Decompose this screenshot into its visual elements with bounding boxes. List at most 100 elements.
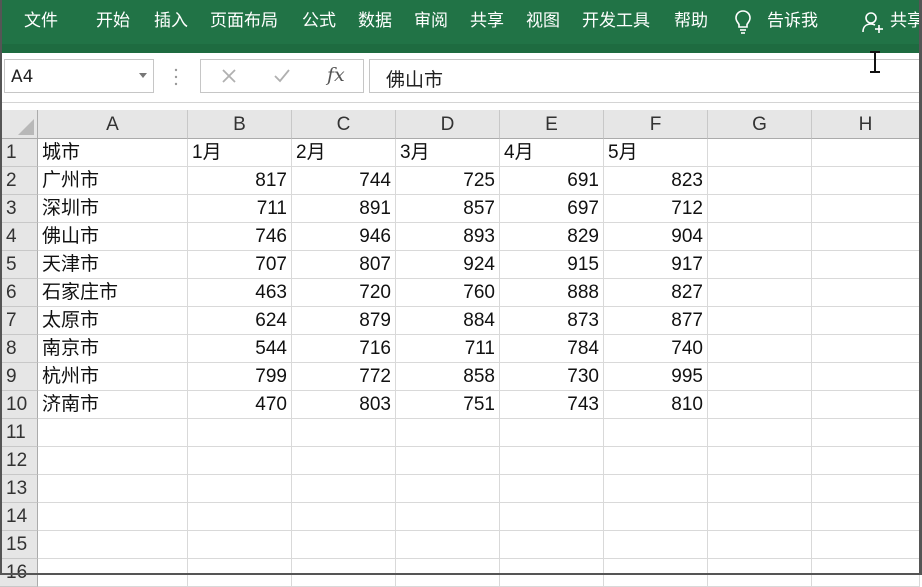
cell-c7[interactable]: 879 <box>292 307 396 335</box>
cell-f6[interactable]: 827 <box>604 279 708 307</box>
cell-g3[interactable] <box>708 195 812 223</box>
cell-a8[interactable]: 南京市 <box>38 335 188 363</box>
cell-a6[interactable]: 石家庄市 <box>38 279 188 307</box>
cell-g4[interactable] <box>708 223 812 251</box>
cell-g8[interactable] <box>708 335 812 363</box>
tab-help[interactable]: 帮助 <box>674 10 708 32</box>
cell-f11[interactable] <box>604 419 708 447</box>
column-header-d[interactable]: D <box>396 110 500 139</box>
cell-b9[interactable]: 799 <box>188 363 292 391</box>
drag-handle-icon[interactable] <box>174 67 178 87</box>
cell-e9[interactable]: 730 <box>500 363 604 391</box>
tab-file[interactable]: 文件 <box>24 10 58 32</box>
row-header-5[interactable]: 5 <box>0 251 38 279</box>
cell-d8[interactable]: 711 <box>396 335 500 363</box>
cell-f15[interactable] <box>604 531 708 559</box>
cell-h13[interactable] <box>812 475 920 503</box>
row-header-13[interactable]: 13 <box>0 475 38 503</box>
cell-c11[interactable] <box>292 419 396 447</box>
cell-b6[interactable]: 463 <box>188 279 292 307</box>
formula-input[interactable]: 佛山市 <box>369 59 922 93</box>
cell-f14[interactable] <box>604 503 708 531</box>
cell-h9[interactable] <box>812 363 920 391</box>
cell-b10[interactable]: 470 <box>188 391 292 419</box>
cell-c12[interactable] <box>292 447 396 475</box>
cell-h14[interactable] <box>812 503 920 531</box>
cell-g15[interactable] <box>708 531 812 559</box>
cell-a2[interactable]: 广州市 <box>38 167 188 195</box>
cell-g9[interactable] <box>708 363 812 391</box>
row-header-2[interactable]: 2 <box>0 167 38 195</box>
insert-function-button[interactable]: fx <box>327 64 345 86</box>
tab-formulas[interactable]: 公式 <box>302 10 336 32</box>
cell-a9[interactable]: 杭州市 <box>38 363 188 391</box>
cell-d12[interactable] <box>396 447 500 475</box>
cell-f4[interactable]: 904 <box>604 223 708 251</box>
tab-insert[interactable]: 插入 <box>154 10 188 32</box>
column-header-a[interactable]: A <box>38 110 188 139</box>
cell-e5[interactable]: 915 <box>500 251 604 279</box>
enter-check-icon[interactable] <box>273 68 291 84</box>
cell-e12[interactable] <box>500 447 604 475</box>
cell-a15[interactable] <box>38 531 188 559</box>
row-header-4[interactable]: 4 <box>0 223 38 251</box>
tab-developer[interactable]: 开发工具 <box>582 10 650 32</box>
cell-e10[interactable]: 743 <box>500 391 604 419</box>
cell-a7[interactable]: 太原市 <box>38 307 188 335</box>
cell-d14[interactable] <box>396 503 500 531</box>
cell-e7[interactable]: 873 <box>500 307 604 335</box>
row-header-9[interactable]: 9 <box>0 363 38 391</box>
cell-h3[interactable] <box>812 195 920 223</box>
cell-f1[interactable]: 5月 <box>604 139 708 167</box>
cell-f2[interactable]: 823 <box>604 167 708 195</box>
cell-g7[interactable] <box>708 307 812 335</box>
cell-f7[interactable]: 877 <box>604 307 708 335</box>
cell-d4[interactable]: 893 <box>396 223 500 251</box>
cell-d15[interactable] <box>396 531 500 559</box>
tab-home[interactable]: 开始 <box>96 10 130 32</box>
cell-b2[interactable]: 817 <box>188 167 292 195</box>
cancel-icon[interactable] <box>221 68 237 84</box>
row-header-12[interactable]: 12 <box>0 447 38 475</box>
cell-g14[interactable] <box>708 503 812 531</box>
cell-c4[interactable]: 946 <box>292 223 396 251</box>
cell-g10[interactable] <box>708 391 812 419</box>
cell-f5[interactable]: 917 <box>604 251 708 279</box>
cell-d5[interactable]: 924 <box>396 251 500 279</box>
column-header-b[interactable]: B <box>188 110 292 139</box>
column-header-c[interactable]: C <box>292 110 396 139</box>
cell-b13[interactable] <box>188 475 292 503</box>
cell-a11[interactable] <box>38 419 188 447</box>
cell-a10[interactable]: 济南市 <box>38 391 188 419</box>
cell-h12[interactable] <box>812 447 920 475</box>
tell-me-search[interactable]: 告诉我 <box>767 10 818 32</box>
cell-b5[interactable]: 707 <box>188 251 292 279</box>
cell-e6[interactable]: 888 <box>500 279 604 307</box>
cell-a12[interactable] <box>38 447 188 475</box>
cell-c10[interactable]: 803 <box>292 391 396 419</box>
cell-h2[interactable] <box>812 167 920 195</box>
cell-b12[interactable] <box>188 447 292 475</box>
share-button[interactable]: 共享 <box>890 10 922 32</box>
cell-c13[interactable] <box>292 475 396 503</box>
cell-f3[interactable]: 712 <box>604 195 708 223</box>
cell-c9[interactable]: 772 <box>292 363 396 391</box>
cell-c14[interactable] <box>292 503 396 531</box>
cell-g2[interactable] <box>708 167 812 195</box>
row-header-3[interactable]: 3 <box>0 195 38 223</box>
tab-review[interactable]: 审阅 <box>414 10 448 32</box>
cell-b3[interactable]: 711 <box>188 195 292 223</box>
chevron-down-icon[interactable] <box>139 73 147 78</box>
cell-g1[interactable] <box>708 139 812 167</box>
cell-a3[interactable]: 深圳市 <box>38 195 188 223</box>
select-all-corner[interactable] <box>0 110 38 139</box>
cell-f13[interactable] <box>604 475 708 503</box>
row-header-8[interactable]: 8 <box>0 335 38 363</box>
cell-e1[interactable]: 4月 <box>500 139 604 167</box>
cell-e15[interactable] <box>500 531 604 559</box>
cell-b4[interactable]: 746 <box>188 223 292 251</box>
cell-e2[interactable]: 691 <box>500 167 604 195</box>
cell-b15[interactable] <box>188 531 292 559</box>
column-header-e[interactable]: E <box>500 110 604 139</box>
column-header-g[interactable]: G <box>708 110 812 139</box>
